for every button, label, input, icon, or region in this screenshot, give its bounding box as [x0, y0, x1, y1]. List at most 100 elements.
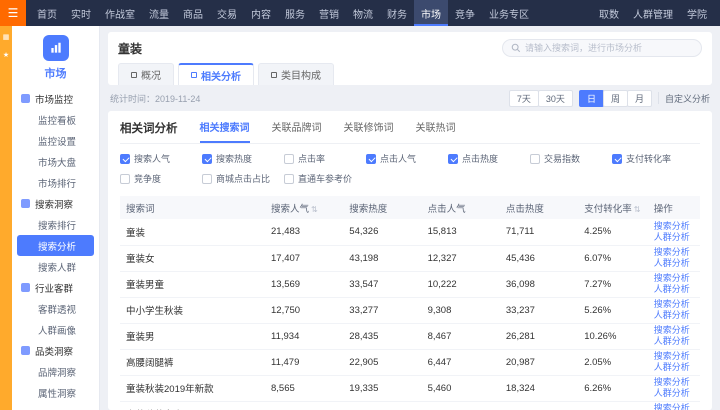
topnav-item[interactable]: 物流	[346, 0, 380, 26]
subtab[interactable]: 相关搜索词	[200, 119, 250, 143]
sidebar-item[interactable]: 品牌洞察	[12, 361, 99, 382]
range-button[interactable]: 30天	[538, 90, 573, 107]
sidebar-item[interactable]: 监控看板	[12, 109, 99, 130]
crowd-analysis-link[interactable]: 人群分析	[654, 258, 694, 269]
search-analysis-link[interactable]: 搜索分析	[654, 247, 694, 258]
checkbox-icon[interactable]	[366, 154, 376, 164]
topnav-item[interactable]: 流量	[142, 0, 176, 26]
crowd-analysis-link[interactable]: 人群分析	[654, 284, 694, 295]
sidebar-item-label: 属性洞察	[38, 386, 76, 400]
metric-filter[interactable]: 交易指数	[530, 152, 612, 165]
range-button[interactable]: 7天	[509, 90, 539, 107]
search-input[interactable]	[525, 43, 693, 53]
sidebar-group-icon	[21, 283, 30, 292]
topnav-item[interactable]: 财务	[380, 0, 414, 26]
metric-filter[interactable]: 点击热度	[448, 152, 530, 165]
subtab[interactable]: 关联品牌词	[272, 119, 322, 143]
topnav-item[interactable]: 服务	[278, 0, 312, 26]
topnav-item[interactable]: 业务专区	[482, 0, 536, 26]
crowd-analysis-link[interactable]: 人群分析	[654, 232, 694, 243]
checkbox-icon[interactable]	[120, 154, 130, 164]
search-heat-cell: 54,326	[343, 219, 421, 245]
metric-filter[interactable]: 商城点击占比	[202, 172, 284, 185]
topnav-item[interactable]: 实时	[64, 0, 98, 26]
sidebar-item[interactable]: 人群画像	[12, 319, 99, 340]
search-analysis-link[interactable]: 搜索分析	[654, 351, 694, 362]
page-title: 童装	[118, 40, 142, 57]
granularity-button[interactable]: 月	[627, 90, 652, 107]
granularity-button[interactable]: 周	[603, 90, 628, 107]
sidebar-item[interactable]: 监控设置	[12, 130, 99, 151]
metric-filter[interactable]: 点击率	[284, 152, 366, 165]
subtab[interactable]: 关联热词	[416, 119, 456, 143]
page-tab[interactable]: 相关分析	[178, 63, 254, 85]
topnav-item[interactable]: 营销	[312, 0, 346, 26]
topnav-item[interactable]: 内容	[244, 0, 278, 26]
metric-filter[interactable]: 直通车参考价	[284, 172, 366, 185]
topnav-right-item[interactable]: 学院	[680, 0, 714, 26]
topnav-right-item[interactable]: 取数	[592, 0, 626, 26]
crowd-analysis-link[interactable]: 人群分析	[654, 310, 694, 321]
subtab[interactable]: 关联修饰词	[344, 119, 394, 143]
search-analysis-link[interactable]: 搜索分析	[654, 273, 694, 284]
search-analysis-link[interactable]: 搜索分析	[654, 221, 694, 232]
search-analysis-link[interactable]: 搜索分析	[654, 377, 694, 388]
sidebar-item[interactable]: 市场大盘	[12, 151, 99, 172]
custom-analysis-link[interactable]: 自定义分析	[665, 92, 710, 105]
topnav-item[interactable]: 交易	[210, 0, 244, 26]
page-tab[interactable]: 概况	[118, 63, 174, 85]
checkbox-icon[interactable]	[612, 154, 622, 164]
metric-filter[interactable]: 竞争度	[120, 172, 202, 185]
crowd-analysis-link[interactable]: 人群分析	[654, 362, 694, 373]
sidebar-item[interactable]: 搜索分析	[17, 235, 94, 256]
metric-filter[interactable]: 搜索热度	[202, 152, 284, 165]
sidebar-item[interactable]: 搜索人群	[12, 256, 99, 277]
page-tab[interactable]: 类目构成	[258, 63, 334, 85]
topnav-right-item[interactable]: 人群管理	[626, 0, 680, 26]
checkbox-icon[interactable]	[202, 154, 212, 164]
search-analysis-link[interactable]: 搜索分析	[654, 299, 694, 310]
sort-icon[interactable]: ⇅	[634, 205, 641, 214]
sidebar-item[interactable]: 搜索洞察	[12, 193, 99, 214]
sidebar-item[interactable]: 市场排行	[12, 172, 99, 193]
metric-filter[interactable]: 支付转化率	[612, 152, 694, 165]
granularity-button[interactable]: 日	[579, 90, 604, 107]
sidebar-item[interactable]: 客群透视	[12, 298, 99, 319]
sort-icon[interactable]: ⇅	[311, 205, 318, 214]
topnav-item[interactable]: 首页	[30, 0, 64, 26]
checkbox-icon[interactable]	[284, 174, 294, 184]
checkbox-icon[interactable]	[202, 174, 212, 184]
metric-filter[interactable]: 点击人气	[366, 152, 448, 165]
column-header-keyword: 搜索词	[120, 196, 265, 219]
crowd-analysis-link[interactable]: 人群分析	[654, 388, 694, 399]
checkbox-icon[interactable]	[120, 174, 130, 184]
search-analysis-link[interactable]: 搜索分析	[654, 325, 694, 336]
column-header-click-heat: 点击热度	[500, 196, 578, 219]
grid-icon[interactable]: ▦	[3, 34, 10, 42]
search-analysis-link[interactable]: 搜索分析	[654, 403, 694, 410]
topnav-item[interactable]: 竞争	[448, 0, 482, 26]
topnav-item[interactable]: 作战室	[98, 0, 142, 26]
sidebar-item[interactable]: 行业客群	[12, 277, 99, 298]
sidebar-item[interactable]: 搜索排行	[12, 214, 99, 235]
star-icon[interactable]: ★	[3, 52, 9, 60]
actions-cell: 搜索分析 人群分析	[648, 271, 700, 297]
crowd-analysis-link[interactable]: 人群分析	[654, 336, 694, 347]
sidebar-item[interactable]: 市场监控	[12, 88, 99, 109]
checkbox-icon[interactable]	[448, 154, 458, 164]
topnav-item[interactable]: 市场	[414, 0, 448, 26]
search-box[interactable]	[502, 39, 702, 57]
search-popularity-cell: 21,483	[265, 219, 343, 245]
app-logo[interactable]: ☰	[0, 0, 26, 26]
market-module-icon	[43, 35, 69, 61]
title-row: 童装	[118, 37, 702, 59]
checkbox-icon[interactable]	[530, 154, 540, 164]
sidebar-item[interactable]: 属性洞察	[12, 382, 99, 403]
topnav-item[interactable]: 商品	[176, 0, 210, 26]
checkbox-icon[interactable]	[284, 154, 294, 164]
sidebar-item[interactable]: 品类洞察	[12, 340, 99, 361]
related-words-table: 搜索词 搜索人气⇅ 搜索热度 点击人气 点击热度 支付转化率⇅ 操作	[120, 196, 700, 410]
keyword-cell: 童装女	[120, 245, 265, 271]
click-heat-cell: 36,098	[500, 271, 578, 297]
metric-filter[interactable]: 搜索人气	[120, 152, 202, 165]
